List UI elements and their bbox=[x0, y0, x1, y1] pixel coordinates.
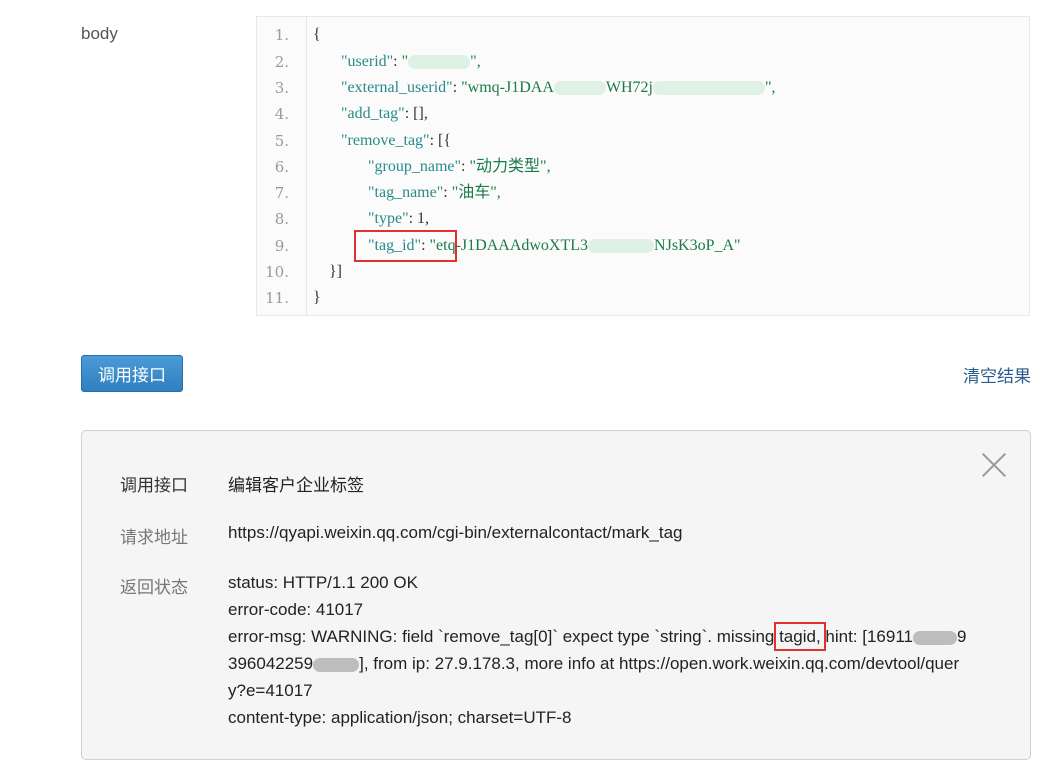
content-type-line: content-type: application/json; charset=… bbox=[228, 708, 572, 727]
result-panel: 调用接口 编辑客户企业标签 请求地址 https://qyapi.weixin.… bbox=[81, 430, 1031, 760]
error-msg-line: error-msg: WARNING: field `remove_tag[0]… bbox=[228, 622, 967, 651]
code-line: "group_name": "动力类型", bbox=[368, 158, 551, 175]
redacted-value bbox=[313, 657, 360, 672]
line-number: 9. bbox=[274, 237, 289, 255]
line-number: 1. bbox=[274, 26, 289, 44]
line-number: 2. bbox=[274, 53, 289, 71]
line-number: 7. bbox=[274, 184, 289, 202]
api-name: 编辑客户企业标签 bbox=[228, 476, 364, 495]
response-status-label: 返回状态 bbox=[120, 578, 188, 597]
request-url-label: 请求地址 bbox=[120, 528, 188, 547]
code-line: { bbox=[313, 26, 321, 43]
error-code-line: error-code: 41017 bbox=[228, 600, 364, 619]
status-line: status: HTTP/1.1 200 OK bbox=[228, 573, 418, 592]
code-line: "type": 1, bbox=[368, 210, 430, 227]
code-line: "tag_name": "油车", bbox=[368, 184, 501, 201]
request-url: https://qyapi.weixin.qq.com/cgi-bin/exte… bbox=[228, 523, 683, 542]
error-msg-line: 396042259], from ip: 27.9.178.3, more in… bbox=[228, 654, 960, 673]
code-line: "userid": " ", bbox=[341, 53, 481, 70]
request-body-label: body bbox=[81, 24, 118, 43]
line-number: 3. bbox=[274, 79, 289, 97]
close-icon[interactable] bbox=[980, 451, 1008, 479]
line-number: 8. bbox=[274, 210, 289, 228]
line-number: 5. bbox=[274, 132, 289, 150]
line-number: 6. bbox=[274, 158, 289, 176]
json-code-editor[interactable]: 1. 2. 3. 4. 5. 6. 7. 8. 9. 10. 11. { "us… bbox=[256, 16, 1030, 316]
line-number: 10. bbox=[265, 263, 289, 281]
redacted-value bbox=[653, 81, 765, 96]
redacted-value bbox=[553, 81, 606, 96]
line-number-gutter: 1. 2. 3. 4. 5. 6. 7. 8. 9. 10. 11. bbox=[257, 17, 307, 315]
code-line: }] bbox=[329, 263, 343, 280]
code-line: "add_tag": [], bbox=[341, 105, 428, 122]
error-msg-line: y?e=41017 bbox=[228, 681, 313, 700]
api-label: 调用接口 bbox=[120, 476, 188, 495]
code-line: "external_userid": "wmq-J1DAA WH72j ", bbox=[341, 79, 776, 96]
clear-results-link[interactable]: 清空结果 bbox=[963, 362, 1031, 387]
call-api-button[interactable]: 调用接口 bbox=[81, 355, 183, 392]
code-line: } bbox=[313, 289, 321, 306]
tagid-highlight: tagid, bbox=[774, 622, 826, 651]
redacted-value bbox=[408, 55, 471, 70]
line-number: 4. bbox=[274, 105, 289, 123]
line-number: 11. bbox=[265, 289, 289, 307]
tag-id-highlight-box bbox=[354, 230, 457, 262]
redacted-value bbox=[588, 239, 655, 254]
redacted-value bbox=[913, 630, 957, 645]
code-line: "remove_tag": [{ bbox=[341, 132, 452, 149]
